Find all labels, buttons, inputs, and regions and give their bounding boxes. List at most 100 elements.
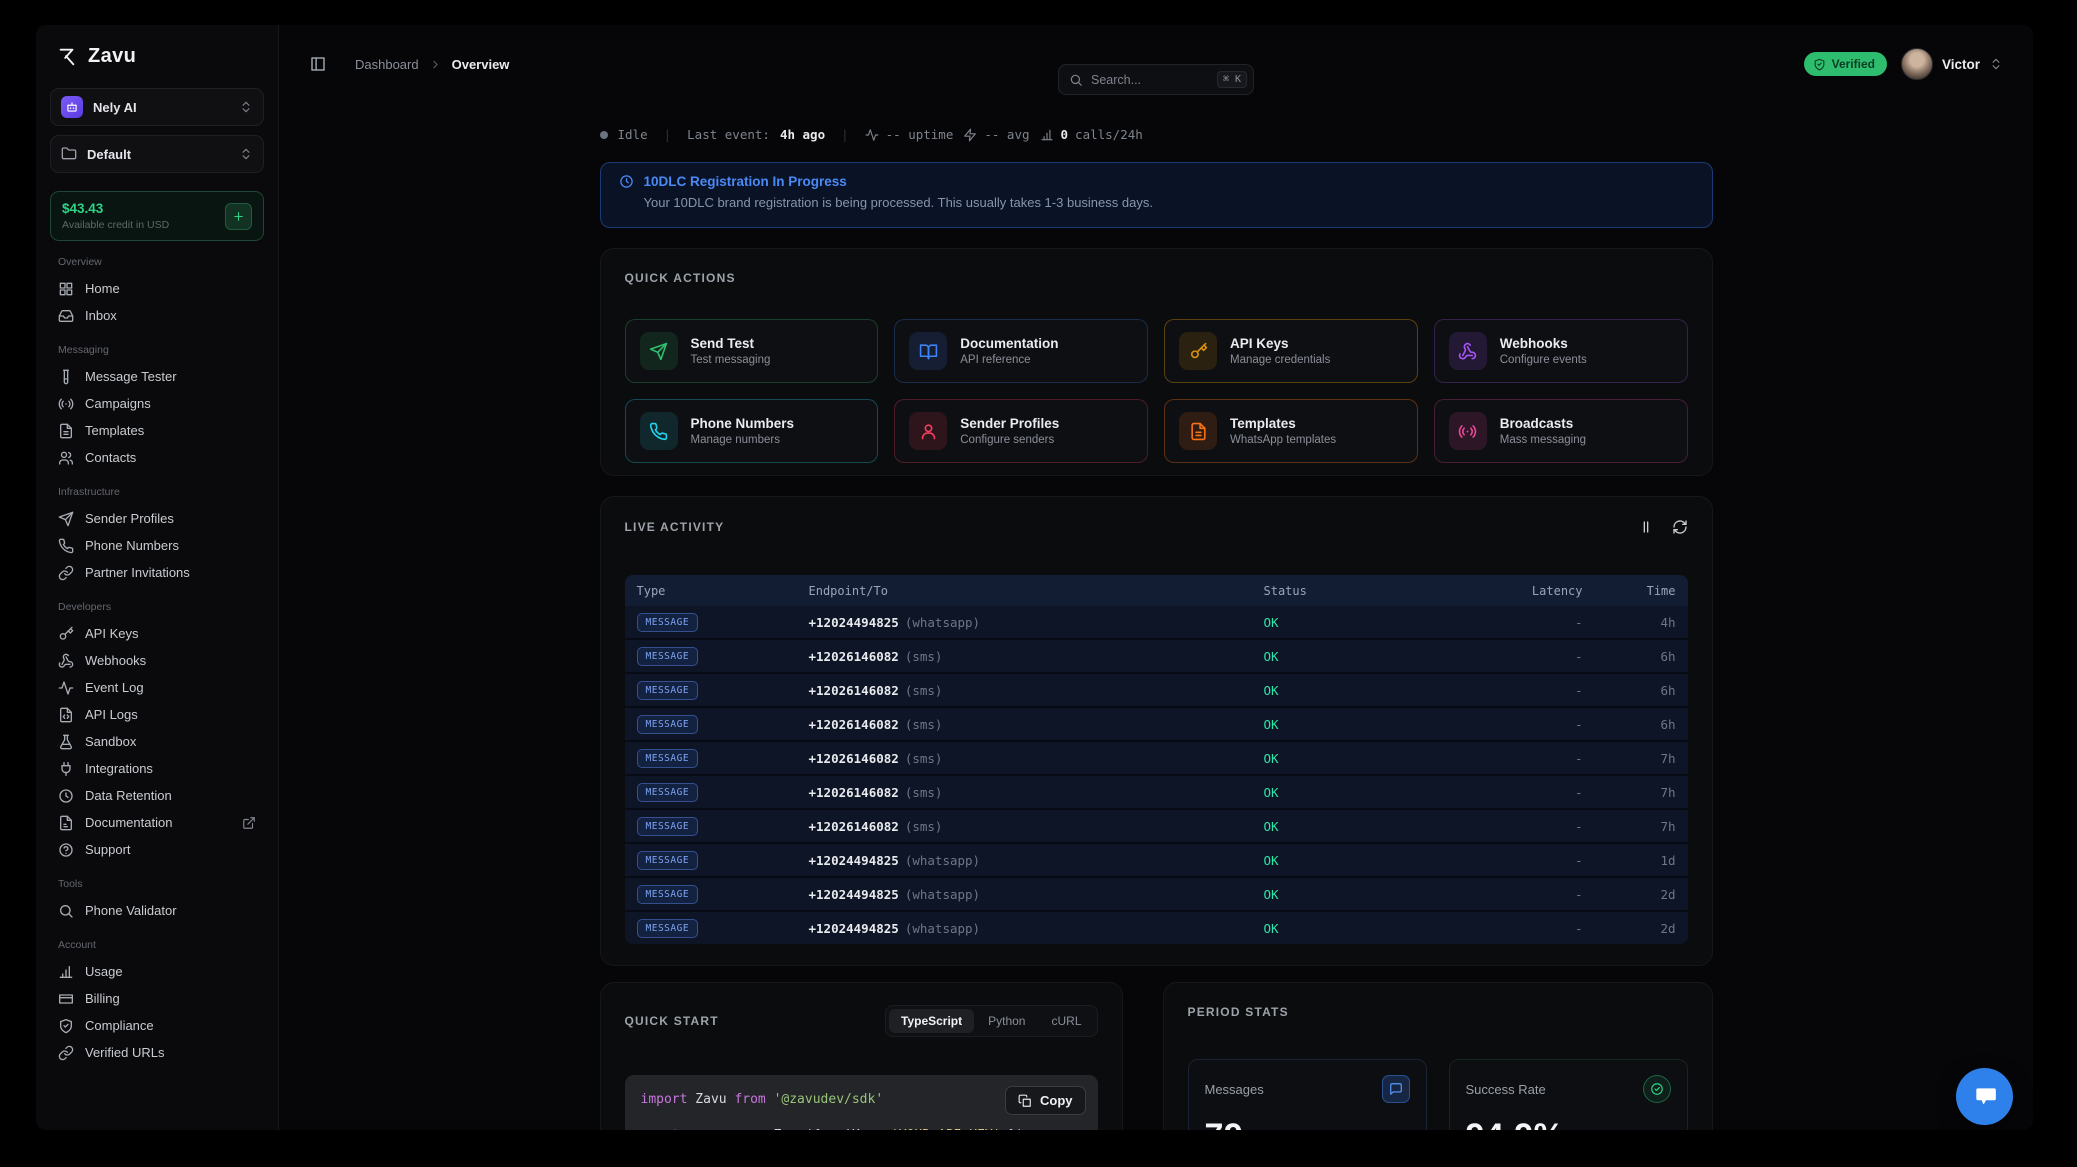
quick-action-templates[interactable]: TemplatesWhatsApp templates xyxy=(1164,399,1418,463)
pause-icon[interactable] xyxy=(1638,519,1654,535)
project-selector[interactable]: Default xyxy=(50,135,264,173)
table-row[interactable]: MESSAGE+12026146082(sms)OK-6h xyxy=(625,672,1688,706)
sidebar-item-phone-numbers[interactable]: Phone Numbers xyxy=(50,532,264,559)
avg-value: -- avg xyxy=(984,127,1029,142)
inbox-icon xyxy=(58,308,74,324)
quick-actions-grid: Send TestTest messaging DocumentationAPI… xyxy=(625,319,1688,463)
link-icon xyxy=(58,565,74,581)
quick-action-sender-profiles[interactable]: Sender ProfilesConfigure senders xyxy=(894,399,1148,463)
sidebar-item-api-logs[interactable]: API Logs xyxy=(50,701,264,728)
period-stats-panel: PERIOD STATS Messages 79 Success Rate xyxy=(1163,982,1713,1130)
sidebar-item-usage[interactable]: Usage xyxy=(50,958,264,985)
nav-section-messaging: Messaging xyxy=(58,344,256,356)
sidebar-item-verified-urls[interactable]: Verified URLs xyxy=(50,1039,264,1066)
clock-icon xyxy=(58,788,74,804)
quick-action-broadcasts[interactable]: BroadcastsMass messaging xyxy=(1434,399,1688,463)
sidebar-item-documentation[interactable]: Documentation xyxy=(50,809,264,836)
chat-bubble-icon xyxy=(1972,1084,1998,1110)
workspace-selector[interactable]: Nely AI xyxy=(50,88,264,126)
avatar xyxy=(1901,48,1933,80)
table-row[interactable]: MESSAGE+12026146082(sms)OK-7h xyxy=(625,774,1688,808)
live-activity-title: LIVE ACTIVITY xyxy=(625,520,725,534)
table-row[interactable]: MESSAGE+12026146082(sms)OK-6h xyxy=(625,638,1688,672)
sidebar-item-integrations[interactable]: Integrations xyxy=(50,755,264,782)
phone-icon xyxy=(58,538,74,554)
shield-check-icon xyxy=(58,1018,74,1034)
zavu-logo-icon xyxy=(56,46,78,68)
sidebar-item-billing[interactable]: Billing xyxy=(50,985,264,1012)
table-row[interactable]: MESSAGE+12024494825(whatsapp)OK-1d xyxy=(625,842,1688,876)
calls-label: calls/24h xyxy=(1075,127,1143,142)
tab-python[interactable]: Python xyxy=(976,1009,1037,1033)
stat-card-success-rate: Success Rate 94.9% xyxy=(1449,1059,1688,1130)
plus-icon xyxy=(232,210,245,223)
tab-curl[interactable]: cURL xyxy=(1039,1009,1093,1033)
brand-logo: Zavu xyxy=(50,43,264,70)
table-row[interactable]: MESSAGE+12026146082(sms)OK-7h xyxy=(625,740,1688,774)
broadcast-icon xyxy=(58,396,74,412)
live-activity-panel: LIVE ACTIVITY Type Endpoint/To Status La… xyxy=(600,496,1713,966)
quick-action-phone-numbers[interactable]: Phone NumbersManage numbers xyxy=(625,399,879,463)
check-circle-icon xyxy=(1643,1075,1671,1103)
table-row[interactable]: MESSAGE+12026146082(sms)OK-7h xyxy=(625,808,1688,842)
sidebar-item-support[interactable]: Support xyxy=(50,836,264,863)
idle-status-label: Idle xyxy=(618,127,648,142)
sidebar-item-templates[interactable]: Templates xyxy=(50,417,264,444)
sidebar-item-partner-invitations[interactable]: Partner Invitations xyxy=(50,559,264,586)
users-icon xyxy=(58,450,74,466)
sidebar-item-sandbox[interactable]: Sandbox xyxy=(50,728,264,755)
code-line-2: const zavu = new Zavu({ apiKey: 'YOUR_AP… xyxy=(641,1126,1082,1131)
file-code-icon xyxy=(58,707,74,723)
sidebar-item-home[interactable]: Home xyxy=(50,275,264,302)
sidebar-item-compliance[interactable]: Compliance xyxy=(50,1012,264,1039)
last-event-value: 4h ago xyxy=(780,127,825,142)
zap-icon xyxy=(963,128,977,142)
copy-button[interactable]: Copy xyxy=(1005,1086,1086,1115)
quick-start-title: QUICK START xyxy=(625,1014,719,1028)
topbar-right: Verified Victor xyxy=(1804,48,2003,80)
10dlc-banner: 10DLC Registration In Progress Your 10DL… xyxy=(600,162,1713,228)
sidebar-item-data-retention[interactable]: Data Retention xyxy=(50,782,264,809)
quick-action-api-keys[interactable]: API KeysManage credentials xyxy=(1164,319,1418,383)
sidebar-item-campaigns[interactable]: Campaigns xyxy=(50,390,264,417)
table-header: Type Endpoint/To Status Latency Time xyxy=(625,575,1688,606)
sidebar-item-message-tester[interactable]: Message Tester xyxy=(50,363,264,390)
webhook-icon xyxy=(58,653,74,669)
phone-icon xyxy=(640,412,678,450)
idle-status-dot xyxy=(600,131,608,139)
topbar: Dashboard Overview Search... ⌘ K Verifie… xyxy=(279,25,2033,89)
sidebar-item-webhooks[interactable]: Webhooks xyxy=(50,647,264,674)
bot-icon xyxy=(65,100,79,114)
content-column: Idle | Last event: 4h ago | -- uptime --… xyxy=(600,127,1713,1130)
sidebar-toggle-icon[interactable] xyxy=(309,55,327,73)
brand-name: Zavu xyxy=(88,45,136,68)
sidebar-item-inbox[interactable]: Inbox xyxy=(50,302,264,329)
table-row[interactable]: MESSAGE+12024494825(whatsapp)OK-2d xyxy=(625,876,1688,910)
sidebar-item-event-log[interactable]: Event Log xyxy=(50,674,264,701)
quick-action-webhooks[interactable]: WebhooksConfigure events xyxy=(1434,319,1688,383)
sidebar-item-contacts[interactable]: Contacts xyxy=(50,444,264,471)
nav-section-tools: Tools xyxy=(58,878,256,890)
table-row[interactable]: MESSAGE+12024494825(whatsapp)OK-4h xyxy=(625,606,1688,638)
user-icon xyxy=(909,412,947,450)
sidebar-item-sender-profiles[interactable]: Sender Profiles xyxy=(50,505,264,532)
home-icon xyxy=(58,281,74,297)
quick-action-send-test[interactable]: Send TestTest messaging xyxy=(625,319,879,383)
tab-typescript[interactable]: TypeScript xyxy=(889,1009,974,1033)
breadcrumb-dashboard[interactable]: Dashboard xyxy=(355,57,419,72)
chat-widget-button[interactable] xyxy=(1956,1068,2013,1125)
search-icon xyxy=(1069,73,1083,87)
quick-action-documentation[interactable]: DocumentationAPI reference xyxy=(894,319,1148,383)
add-credit-button[interactable] xyxy=(225,203,252,230)
refresh-icon[interactable] xyxy=(1672,519,1688,535)
paper-plane-icon xyxy=(58,511,74,527)
table-row[interactable]: MESSAGE+12026146082(sms)OK-6h xyxy=(625,706,1688,740)
sidebar-item-phone-validator[interactable]: Phone Validator xyxy=(50,897,264,924)
table-row[interactable]: MESSAGE+12024494825(whatsapp)OK-2d xyxy=(625,910,1688,944)
copy-icon xyxy=(1018,1094,1032,1108)
search-input[interactable]: Search... ⌘ K xyxy=(1058,64,1254,95)
sidebar-item-api-keys[interactable]: API Keys xyxy=(50,620,264,647)
nav-section-infrastructure: Infrastructure xyxy=(58,486,256,498)
user-menu[interactable]: Victor xyxy=(1901,48,2003,80)
user-name: Victor xyxy=(1942,57,1980,72)
